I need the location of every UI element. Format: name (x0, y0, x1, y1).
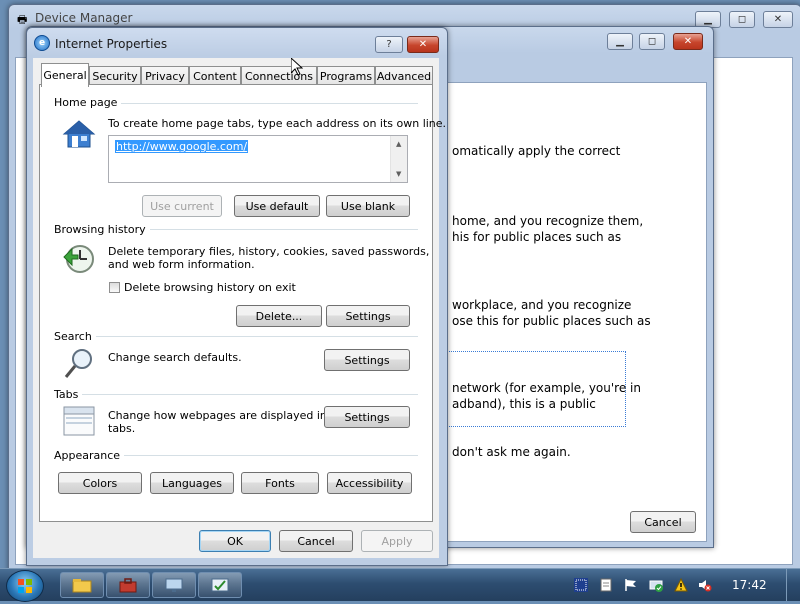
network-text-line: network (for example, you're in (452, 381, 641, 395)
apply-button[interactable]: Apply (361, 530, 433, 552)
warning-icon[interactable] (674, 578, 688, 592)
maximize-button[interactable]: ◻ (639, 33, 665, 50)
delete-on-exit-checkbox[interactable] (109, 282, 120, 293)
appearance-label: Appearance (54, 449, 125, 462)
network-text-line: home, and you recognize them, (452, 214, 644, 228)
taskbar-clock[interactable]: 17:42 (732, 578, 767, 592)
device-manager-icon: 🖶 (17, 13, 28, 26)
use-blank-button[interactable]: Use blank (326, 195, 410, 217)
network-text-line: adband), this is a public (452, 397, 596, 411)
mouse-cursor-icon (290, 56, 304, 79)
network-check-icon[interactable] (649, 578, 663, 592)
general-tab-panel: Home page To create home page tabs, type… (39, 84, 446, 522)
control-panel-icon[interactable] (198, 572, 242, 598)
keyboard-layout-icon[interactable] (574, 578, 588, 592)
delete-history-button[interactable]: Delete... (236, 305, 322, 327)
tab-content[interactable]: Content (189, 66, 241, 86)
browsing-history-label: Browsing history (54, 223, 150, 236)
toolbox-icon[interactable] (106, 572, 150, 598)
device-manager-title: Device Manager (35, 11, 133, 25)
url-field-scrollbar[interactable]: ▲ ▼ (390, 136, 407, 182)
fonts-button[interactable]: Fonts (241, 472, 319, 494)
search-description: Change search defaults. (108, 351, 242, 364)
tabs-description: tabs. (108, 422, 136, 435)
network-cancel-button[interactable]: Cancel (630, 511, 696, 533)
document-icon[interactable] (599, 578, 613, 592)
ok-button[interactable]: OK (199, 530, 271, 552)
tab-programs[interactable]: Programs (317, 66, 375, 86)
start-button[interactable] (6, 570, 44, 602)
tabs-settings-button[interactable]: Settings (324, 406, 410, 428)
use-default-button[interactable]: Use default (234, 195, 320, 217)
browsing-history-description: Delete temporary files, history, cookies… (108, 245, 430, 258)
internet-explorer-icon: e (34, 35, 50, 51)
tab-privacy[interactable]: Privacy (141, 66, 189, 86)
file-explorer-icon[interactable] (60, 572, 104, 598)
network-text-line[interactable]: don't ask me again. (452, 446, 571, 459)
taskbar: 17:42 (0, 568, 800, 602)
internet-properties-dialog: e Internet Properties ? ✕ General Securi… (26, 27, 448, 566)
history-clock-icon (62, 243, 96, 275)
home-page-url-text: http://www.google.com/ (115, 140, 249, 153)
history-settings-button[interactable]: Settings (326, 305, 410, 327)
maximize-button[interactable]: ◻ (729, 11, 755, 28)
tab-security[interactable]: Security (89, 66, 141, 86)
action-center-flag-icon[interactable] (624, 578, 638, 592)
network-monitor-icon[interactable] (152, 572, 196, 598)
close-button[interactable]: ✕ (763, 11, 793, 28)
home-page-url-field[interactable]: http://www.google.com/ ▲ ▼ (108, 135, 408, 183)
house-icon (62, 119, 96, 149)
tabs-description: Change how webpages are displayed in (108, 409, 327, 422)
tabs-window-icon (62, 405, 96, 437)
close-button[interactable]: ✕ (407, 36, 439, 53)
show-desktop-button[interactable] (786, 569, 800, 601)
home-page-instruction: To create home page tabs, type each addr… (108, 117, 447, 130)
cancel-button[interactable]: Cancel (279, 530, 353, 552)
magnifier-icon (62, 347, 96, 381)
volume-muted-icon[interactable] (698, 578, 712, 592)
colors-button[interactable]: Colors (58, 472, 142, 494)
tabs-label: Tabs (54, 388, 83, 401)
browsing-history-description: and web form information. (108, 258, 255, 271)
home-page-label: Home page (54, 96, 122, 109)
minimize-button[interactable]: ▁ (607, 33, 633, 50)
search-label: Search (54, 330, 96, 343)
use-current-button[interactable]: Use current (142, 195, 222, 217)
tab-general[interactable]: General (41, 63, 89, 87)
group-divider (54, 394, 418, 395)
help-button[interactable]: ? (375, 36, 403, 53)
group-divider (54, 336, 418, 337)
search-settings-button[interactable]: Settings (324, 349, 410, 371)
network-text-line: ose this for public places such as (452, 314, 651, 328)
network-text-line: omatically apply the correct (452, 144, 621, 158)
dialog-body: General Security Privacy Content Connect… (33, 58, 446, 558)
accessibility-button[interactable]: Accessibility (327, 472, 412, 494)
network-text-line: workplace, and you recognize (452, 298, 632, 312)
tab-connections[interactable]: Connections (241, 66, 317, 86)
close-button[interactable]: ✕ (673, 33, 703, 50)
tab-advanced[interactable]: Advanced (375, 66, 433, 86)
network-text-line: his for public places such as (452, 230, 622, 244)
languages-button[interactable]: Languages (150, 472, 234, 494)
dialog-title: Internet Properties (55, 37, 168, 51)
delete-on-exit-label[interactable]: Delete browsing history on exit (124, 281, 296, 294)
